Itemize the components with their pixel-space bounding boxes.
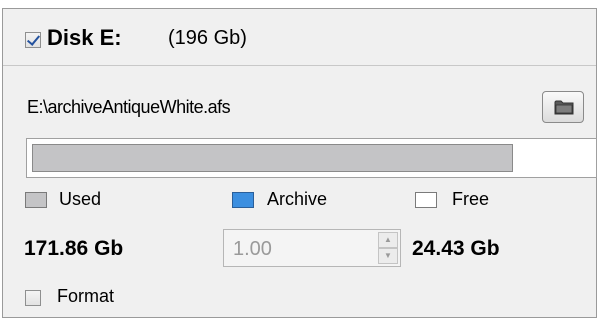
browse-folder-button[interactable] [542,91,584,123]
chevron-down-icon: ▼ [384,251,392,260]
disk-usage-bar [26,138,597,178]
spinner-up-button[interactable]: ▲ [378,232,398,248]
used-swatch [25,192,47,208]
format-checkbox[interactable] [25,290,41,306]
archive-path: E:\archiveAntiqueWhite.afs [27,97,231,117]
used-space-fill [32,144,513,172]
disk-title: Disk E: [47,25,122,50]
free-swatch [415,192,437,208]
archive-size-spinner[interactable]: 1.00 ▲ ▼ [223,229,401,267]
legend-used-label: Used [59,189,102,209]
disk-header: Disk E: (196 Gb) [3,9,596,66]
spinner-buttons: ▲ ▼ [378,232,398,264]
chevron-up-icon: ▲ [384,235,392,244]
disk-size: (196 Gb) [168,27,247,49]
free-value: 24.43 Gb [412,237,500,260]
legend-archive-label: Archive [267,189,328,209]
legend-free-label: Free [452,189,490,209]
top-strip [0,0,601,4]
spinner-down-button[interactable]: ▼ [378,248,398,264]
archive-swatch [232,192,254,208]
used-value: 171.86 Gb [24,237,124,260]
disk-enable-checkbox[interactable] [25,32,41,48]
archive-size-value: 1.00 [233,238,272,260]
format-label: Format [57,286,115,306]
disk-panel: Disk E: (196 Gb) E:\archiveAntiqueWhite.… [2,8,597,318]
folder-icon [554,100,574,115]
